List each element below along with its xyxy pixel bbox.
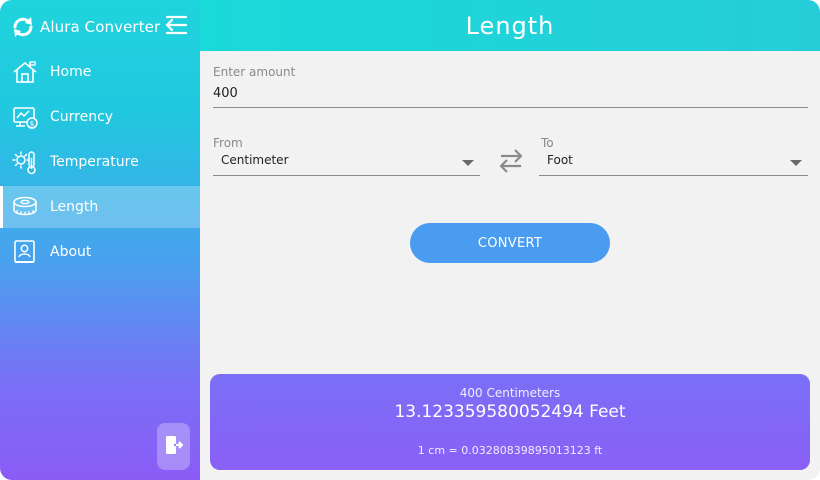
svg-text:$: $	[30, 120, 34, 128]
sidebar: Alura Converter Home $ Currency Temperat…	[0, 0, 200, 480]
sidebar-item-about[interactable]: About	[0, 231, 200, 273]
to-unit-value: Foot	[547, 153, 573, 167]
active-indicator	[0, 186, 3, 228]
home-icon	[12, 59, 38, 85]
sidebar-item-label: Currency	[50, 109, 114, 125]
sidebar-item-label: Temperature	[50, 154, 139, 170]
sidebar-item-home[interactable]: Home	[0, 51, 200, 93]
amount-label: Enter amount	[213, 65, 296, 79]
app-name: Alura Converter	[40, 18, 161, 36]
conversion-rate-text: 1 cm = 0.03280839895013123 ft	[417, 444, 603, 457]
result-input-text: 400 Centimeters	[459, 386, 561, 400]
temperature-icon	[12, 149, 38, 175]
sidebar-item-label: About	[50, 244, 92, 260]
collapse-menu-icon[interactable]	[163, 13, 189, 37]
sidebar-item-temperature[interactable]: Temperature	[0, 141, 200, 183]
measuring-tape-icon	[12, 194, 38, 220]
page-header: Length	[200, 0, 820, 51]
sidebar-item-label: Home	[50, 64, 92, 80]
from-unit-value: Centimeter	[221, 153, 289, 167]
page-title: Length	[465, 11, 555, 40]
chevron-down-icon	[790, 160, 802, 166]
swap-units-button[interactable]	[497, 146, 525, 174]
amount-input[interactable]	[213, 80, 808, 108]
refresh-logo-icon	[10, 14, 36, 40]
exit-icon	[164, 434, 184, 460]
about-user-icon	[12, 239, 38, 265]
from-unit-select[interactable]: Centimeter	[213, 146, 480, 176]
sidebar-item-length[interactable]: Length	[0, 186, 200, 228]
result-output-text: 13.123359580052494 Feet	[394, 402, 626, 422]
sidebar-item-currency[interactable]: $ Currency	[0, 96, 200, 138]
sidebar-item-label: Length	[50, 199, 99, 215]
currency-chart-icon: $	[12, 104, 38, 130]
convert-button[interactable]: CONVERT	[410, 223, 610, 263]
result-card: 400 Centimeters 13.123359580052494 Feet …	[210, 374, 810, 470]
to-unit-select[interactable]: Foot	[539, 146, 808, 176]
swap-arrows-icon	[497, 149, 525, 178]
logout-button[interactable]	[157, 423, 190, 470]
app-window: Alura Converter Home $ Currency Temperat…	[0, 0, 820, 480]
chevron-down-icon	[462, 160, 474, 166]
